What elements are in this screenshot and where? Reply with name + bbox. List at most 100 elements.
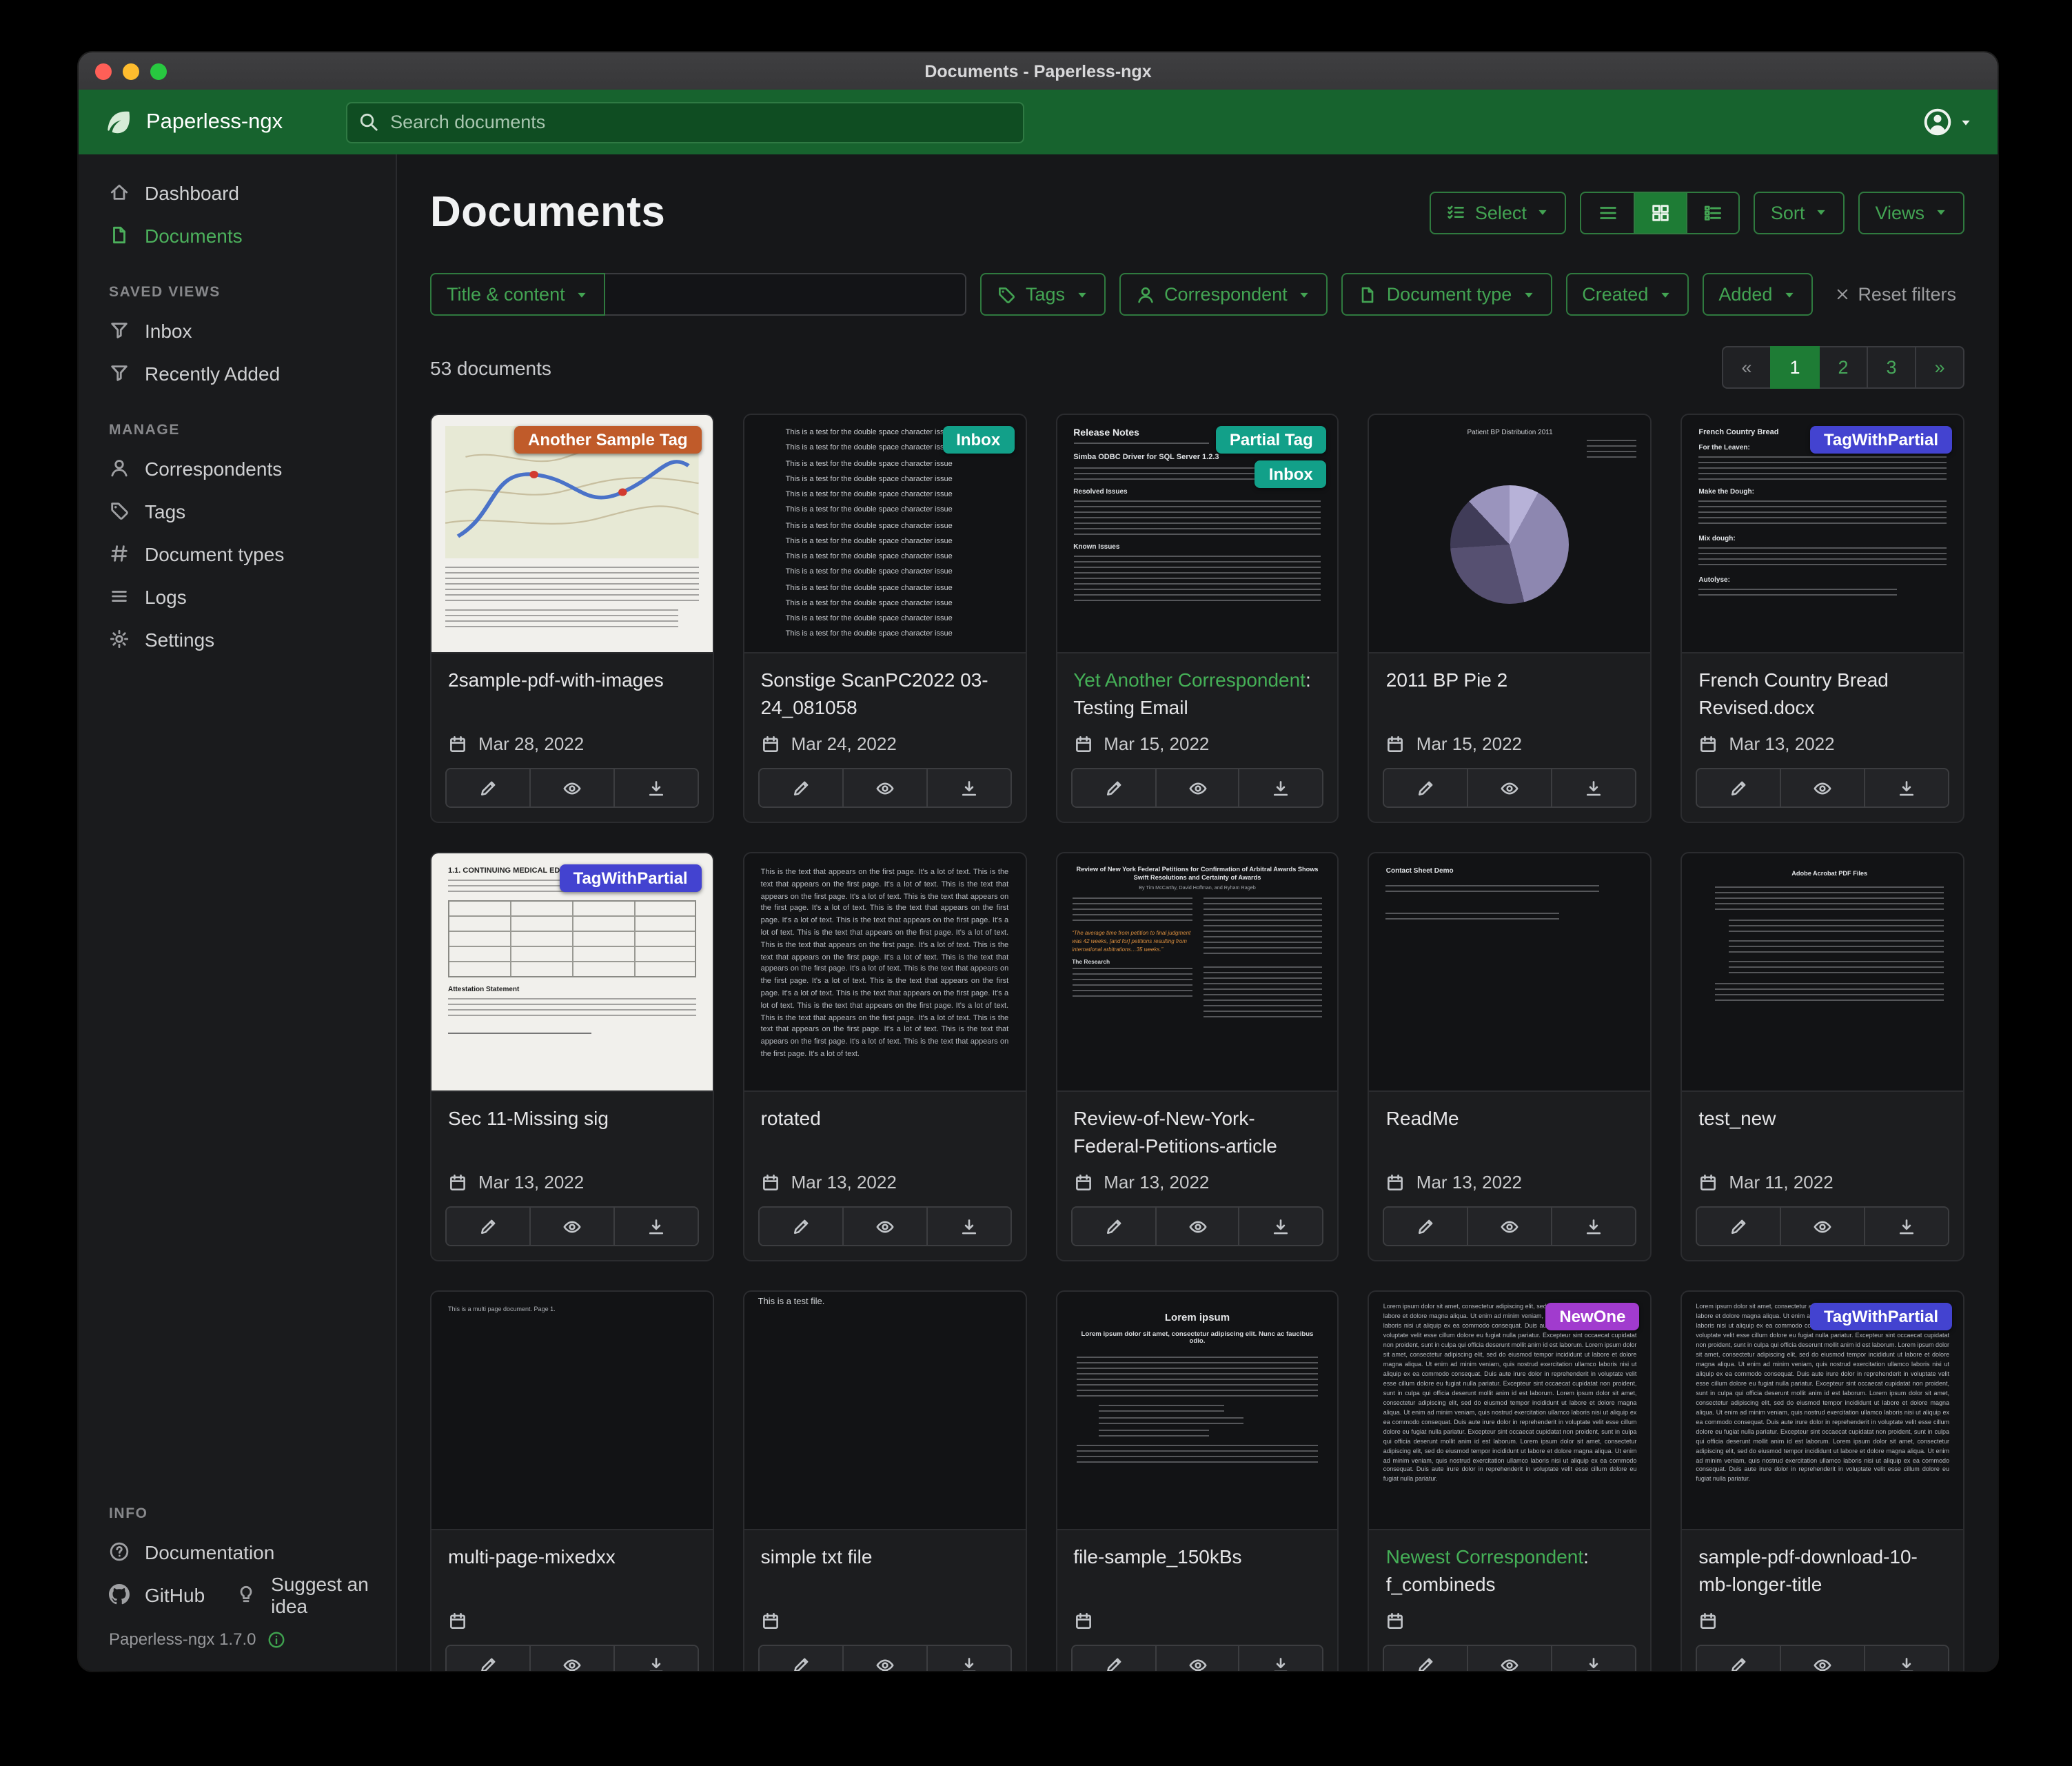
- view-button[interactable]: [1155, 1208, 1239, 1245]
- document-card[interactable]: Review of New York Federal Petitions for…: [1055, 852, 1339, 1261]
- document-title[interactable]: Yet Another CorrespondentTesting Email: [1057, 653, 1338, 728]
- document-thumbnail[interactable]: This is a test for the double space char…: [744, 415, 1026, 653]
- view-button[interactable]: [1780, 1208, 1864, 1245]
- sidebar-item-logs[interactable]: Logs: [79, 575, 396, 618]
- sidebar-item-correspondents[interactable]: Correspondents: [79, 447, 396, 489]
- view-button[interactable]: [1780, 769, 1864, 806]
- download-button[interactable]: [1864, 1208, 1948, 1245]
- view-button[interactable]: [529, 1208, 613, 1245]
- document-thumbnail[interactable]: 1.1. CONTINUING MEDICAL EDUCA Attestatio…: [431, 853, 713, 1092]
- document-thumbnail[interactable]: Lorem ipsum Lorem ipsum dolor sit amet, …: [1057, 1292, 1338, 1530]
- document-thumbnail[interactable]: This is a multi page document. Page 1.: [431, 1292, 713, 1530]
- edit-button[interactable]: [447, 1208, 529, 1245]
- download-button[interactable]: [613, 1646, 698, 1671]
- document-title[interactable]: 2sample-pdf-with-images: [431, 653, 713, 728]
- download-button[interactable]: [1552, 1208, 1636, 1245]
- view-button[interactable]: [1467, 1646, 1552, 1671]
- sidebar-item-document-types[interactable]: Document types: [79, 532, 396, 575]
- download-button[interactable]: [926, 769, 1010, 806]
- sidebar-item-recently-added[interactable]: Recently Added: [79, 352, 396, 394]
- edit-button[interactable]: [760, 1208, 842, 1245]
- sidebar-item-tags[interactable]: Tags: [79, 489, 396, 532]
- document-title[interactable]: Review-of-New-York-Federal-Petitions-art…: [1057, 1092, 1338, 1166]
- document-card[interactable]: This is a test file. simple txt file: [743, 1290, 1027, 1671]
- views-button[interactable]: Views: [1858, 191, 1964, 234]
- edit-button[interactable]: [1385, 769, 1467, 806]
- document-thumbnail[interactable]: French Country Bread For the Leaven: Mak…: [1682, 415, 1963, 653]
- edit-button[interactable]: [760, 769, 842, 806]
- document-title[interactable]: French Country Bread Revised.docx: [1682, 653, 1963, 728]
- view-button[interactable]: [842, 769, 926, 806]
- download-button[interactable]: [1552, 769, 1636, 806]
- edit-button[interactable]: [1697, 1208, 1780, 1245]
- zoom-button[interactable]: [150, 63, 167, 79]
- document-thumbnail[interactable]: This is a test file.: [744, 1292, 1026, 1530]
- document-thumbnail[interactable]: This is the text that appears on the fir…: [744, 853, 1026, 1092]
- document-card[interactable]: This is a multi page document. Page 1. m…: [430, 1290, 714, 1671]
- document-card[interactable]: Adobe Acrobat PDF Files test_new Mar 11,…: [1680, 852, 1964, 1261]
- view-button[interactable]: [1155, 1646, 1239, 1671]
- sidebar-item-dashboard[interactable]: Dashboard: [79, 171, 396, 214]
- document-type-filter-button[interactable]: Document type: [1341, 273, 1552, 316]
- download-button[interactable]: [1239, 1646, 1323, 1671]
- pagination-page-2[interactable]: 2: [1818, 346, 1868, 389]
- info-icon[interactable]: [267, 1630, 285, 1648]
- document-card[interactable]: Lorem ipsum Lorem ipsum dolor sit amet, …: [1055, 1290, 1339, 1671]
- document-card[interactable]: This is a test for the double space char…: [743, 414, 1027, 823]
- sidebar-item-documentation[interactable]: Documentation: [79, 1530, 396, 1573]
- tag-badge[interactable]: TagWithPartial: [560, 864, 702, 892]
- document-thumbnail[interactable]: Lorem ipsum dolor sit amet, consectetur …: [1682, 1292, 1963, 1530]
- edit-button[interactable]: [447, 1646, 529, 1671]
- edit-button[interactable]: [1697, 1646, 1780, 1671]
- document-card[interactable]: Lorem ipsum dolor sit amet, consectetur …: [1680, 1290, 1964, 1671]
- download-button[interactable]: [1864, 1646, 1948, 1671]
- view-button[interactable]: [1155, 769, 1239, 806]
- document-card[interactable]: Another Sample Tag 2sample-pdf-with-imag…: [430, 414, 714, 823]
- download-button[interactable]: [613, 1208, 698, 1245]
- view-list-button[interactable]: [1582, 192, 1634, 232]
- document-card[interactable]: Patient BP Distribution 2011 2011 BP Pie…: [1368, 414, 1652, 823]
- document-card[interactable]: Contact Sheet Demo ReadMe Mar 13, 2022: [1368, 852, 1652, 1261]
- window-titlebar[interactable]: Documents - Paperless-ngx: [79, 52, 1998, 90]
- view-detail-button[interactable]: [1687, 192, 1739, 232]
- tag-badge[interactable]: TagWithPartial: [1810, 426, 1952, 454]
- pagination-next[interactable]: »: [1915, 346, 1964, 389]
- view-grid-button[interactable]: [1634, 192, 1687, 232]
- edit-button[interactable]: [760, 1646, 842, 1671]
- document-title[interactable]: sample-pdf-download-10-mb-longer-title: [1682, 1530, 1963, 1605]
- minimize-button[interactable]: [123, 63, 139, 79]
- document-thumbnail[interactable]: Release Notes Simba ODBC Driver for SQL …: [1057, 415, 1338, 653]
- sidebar-item-github[interactable]: GitHub: [79, 1573, 205, 1616]
- document-title[interactable]: simple txt file: [744, 1530, 1026, 1605]
- document-title[interactable]: ReadMe: [1370, 1092, 1651, 1166]
- user-menu[interactable]: [1923, 108, 1973, 136]
- download-button[interactable]: [1552, 1646, 1636, 1671]
- document-card[interactable]: 1.1. CONTINUING MEDICAL EDUCA Attestatio…: [430, 852, 714, 1261]
- document-title[interactable]: Newest Correspondentf_combineds: [1370, 1530, 1651, 1605]
- document-title[interactable]: file-sample_150kBs: [1057, 1530, 1338, 1605]
- edit-button[interactable]: [1072, 769, 1155, 806]
- tag-badge[interactable]: TagWithPartial: [1810, 1303, 1952, 1330]
- document-thumbnail[interactable]: Review of New York Federal Petitions for…: [1057, 853, 1338, 1092]
- view-button[interactable]: [842, 1208, 926, 1245]
- document-title[interactable]: Sonstige ScanPC2022 03-24_081058: [744, 653, 1026, 728]
- document-correspondent[interactable]: Yet Another Correspondent: [1073, 669, 1311, 691]
- view-button[interactable]: [529, 769, 613, 806]
- document-card[interactable]: Release Notes Simba ODBC Driver for SQL …: [1055, 414, 1339, 823]
- view-button[interactable]: [1467, 769, 1552, 806]
- document-thumbnail[interactable]: Patient BP Distribution 2011: [1370, 415, 1651, 653]
- created-filter-button[interactable]: Created: [1565, 273, 1688, 316]
- document-title[interactable]: multi-page-mixedxx: [431, 1530, 713, 1605]
- tag-badge[interactable]: Inbox: [1255, 460, 1327, 488]
- search-input[interactable]: [346, 101, 1024, 143]
- view-button[interactable]: [1467, 1208, 1552, 1245]
- edit-button[interactable]: [1385, 1208, 1467, 1245]
- view-button[interactable]: [529, 1646, 613, 1671]
- pagination-prev[interactable]: «: [1722, 346, 1771, 389]
- view-button[interactable]: [842, 1646, 926, 1671]
- download-button[interactable]: [926, 1208, 1010, 1245]
- edit-button[interactable]: [1697, 769, 1780, 806]
- document-thumbnail[interactable]: Lorem ipsum dolor sit amet, consectetur …: [1370, 1292, 1651, 1530]
- download-button[interactable]: [1239, 1208, 1323, 1245]
- document-card[interactable]: Lorem ipsum dolor sit amet, consectetur …: [1368, 1290, 1652, 1671]
